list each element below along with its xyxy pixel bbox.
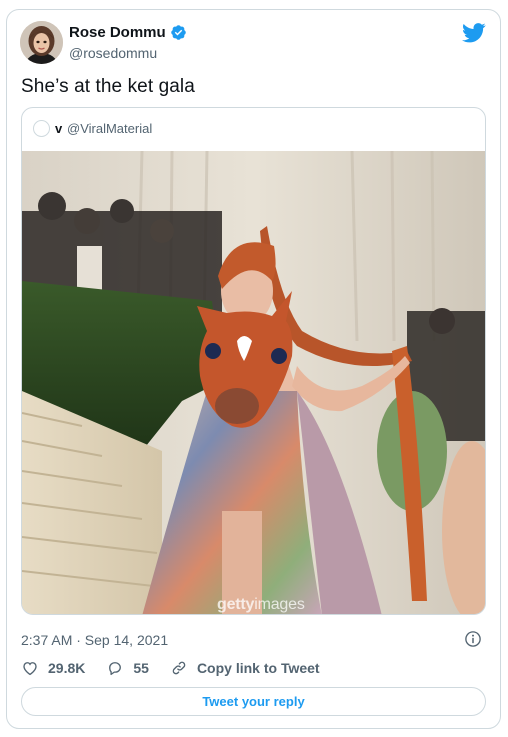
author-name-row[interactable]: Rose Dommu bbox=[69, 24, 187, 41]
quoted-tweet[interactable]: v @ViralMaterial gettyimages bbox=[21, 107, 486, 615]
getty-watermark: gettyimages bbox=[217, 596, 305, 613]
reply-count: 55 bbox=[133, 660, 149, 676]
quoted-author-name[interactable]: v bbox=[55, 121, 62, 136]
tweet-timestamp[interactable]: 2:37 AM · Sep 14, 2021 bbox=[21, 632, 168, 648]
reply-bubble-icon bbox=[109, 662, 122, 676]
author-name[interactable]: Rose Dommu bbox=[69, 24, 166, 41]
verified-badge-icon bbox=[170, 25, 186, 40]
twitter-bird-icon[interactable] bbox=[462, 23, 486, 43]
author-avatar[interactable] bbox=[20, 21, 63, 64]
copy-link-label: Copy link to Tweet bbox=[196, 660, 320, 676]
heart-icon bbox=[23, 662, 37, 676]
like-button[interactable]: 29.8K bbox=[21, 659, 85, 677]
tweet-text: She’s at the ket gala bbox=[21, 76, 195, 97]
info-icon[interactable] bbox=[464, 630, 482, 648]
author-handle[interactable]: @rosedommu bbox=[69, 45, 157, 61]
reply-button[interactable]: 55 bbox=[106, 659, 149, 677]
tweet-card: Rose Dommu @rosedommu She’s at the ket g… bbox=[6, 9, 501, 729]
like-count: 29.8K bbox=[48, 660, 86, 676]
tweet-your-reply-button[interactable]: Tweet your reply bbox=[21, 687, 486, 716]
copy-link-button[interactable]: Copy link to Tweet bbox=[170, 659, 320, 677]
quoted-photo[interactable]: gettyimages bbox=[22, 151, 485, 614]
link-icon bbox=[172, 661, 186, 675]
tweet-actions: 29.8K 55 Copy link to Tweet bbox=[21, 658, 341, 678]
quoted-avatar[interactable] bbox=[33, 120, 50, 137]
quoted-author-handle[interactable]: @ViralMaterial bbox=[67, 121, 152, 136]
